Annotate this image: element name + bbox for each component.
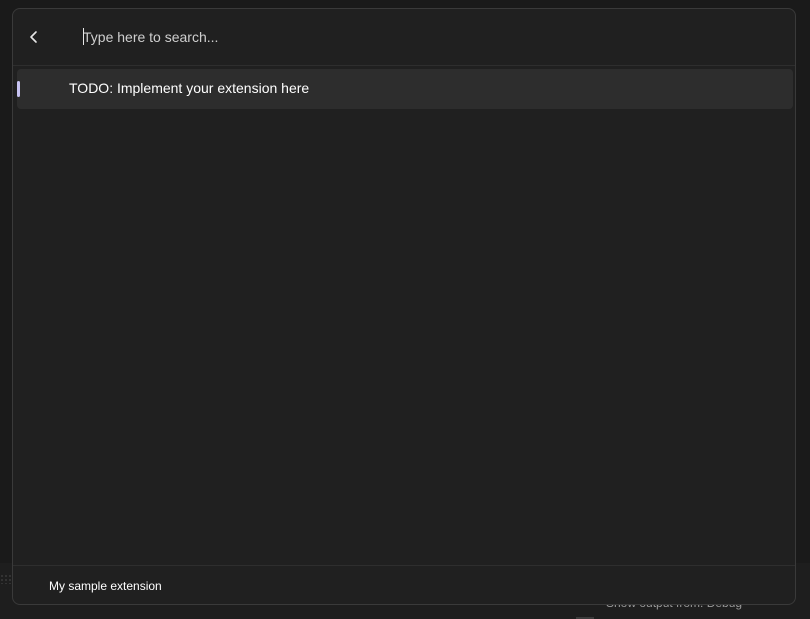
selection-indicator bbox=[17, 81, 20, 97]
background-grip bbox=[0, 574, 12, 584]
text-caret bbox=[83, 28, 84, 45]
extension-title: My sample extension bbox=[49, 579, 162, 593]
list-item-label: TODO: Implement your extension here bbox=[69, 80, 310, 96]
search-input[interactable] bbox=[83, 23, 763, 51]
back-button[interactable] bbox=[19, 22, 49, 52]
list-item[interactable]: TODO: Implement your extension here bbox=[17, 69, 793, 109]
palette-footer: My sample extension bbox=[13, 565, 795, 604]
chevron-left-icon bbox=[30, 31, 37, 43]
command-palette: TODO: Implement your extension here My s… bbox=[12, 8, 796, 605]
palette-header bbox=[13, 9, 795, 66]
